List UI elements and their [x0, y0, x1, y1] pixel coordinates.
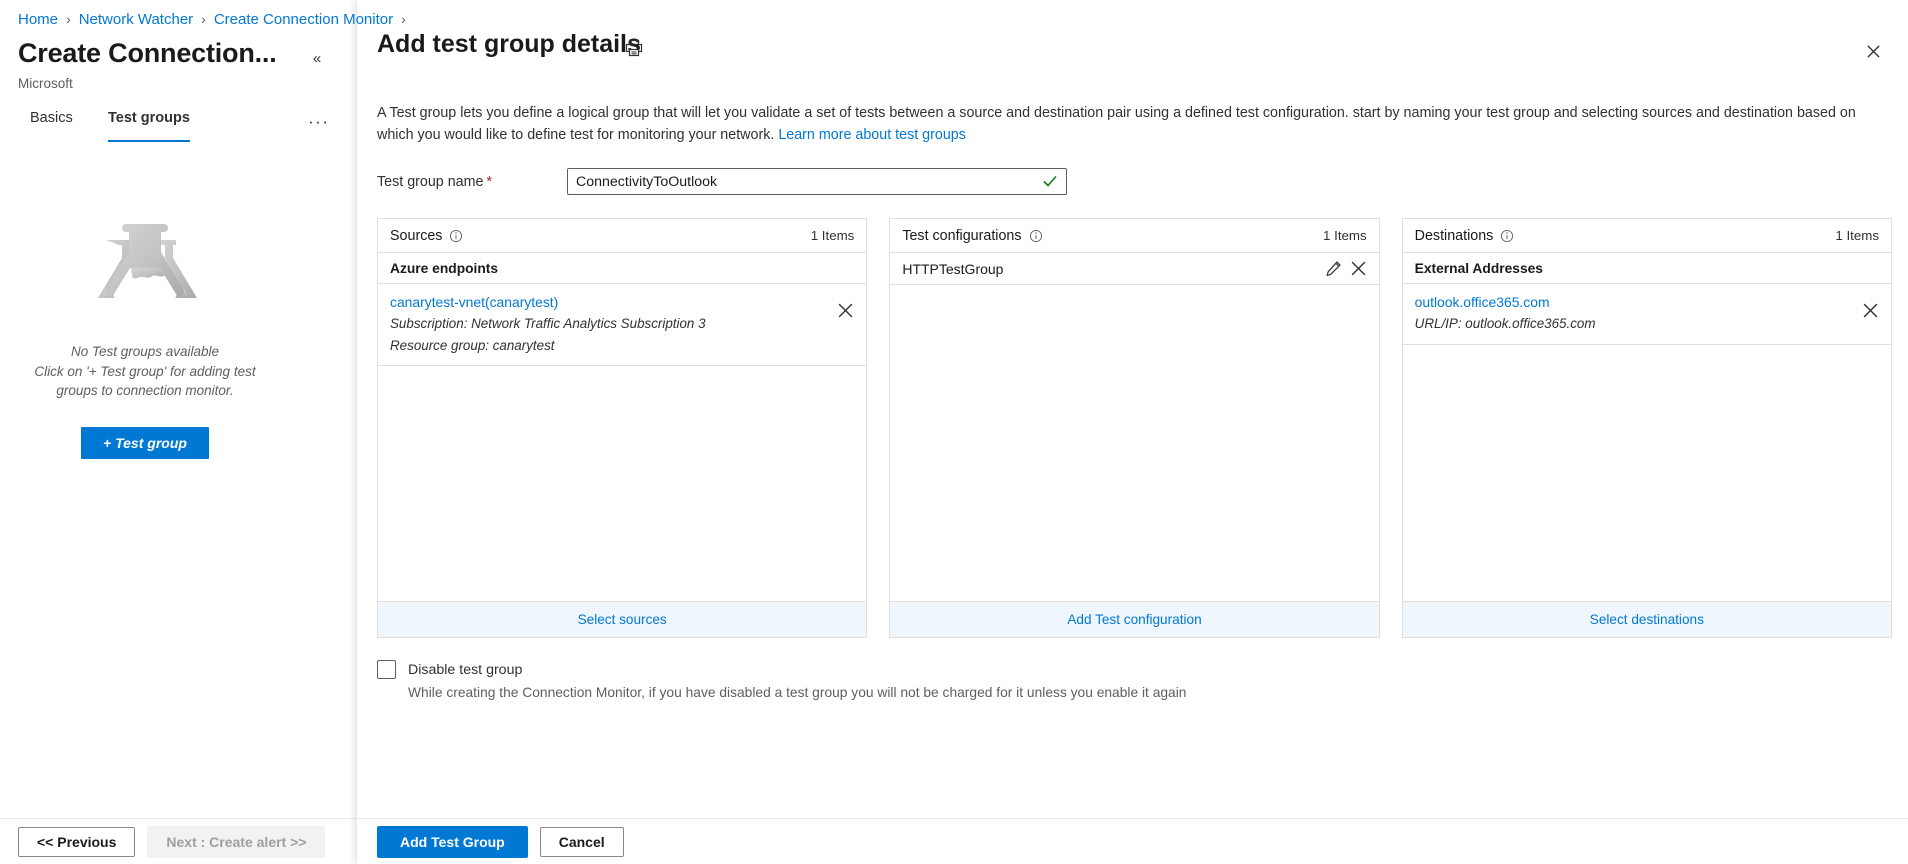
- print-icon[interactable]: [624, 38, 646, 60]
- remove-test-configuration-icon[interactable]: [1350, 260, 1367, 277]
- source-resource-group-label: Resource group: canarytest: [390, 336, 706, 355]
- learn-more-link[interactable]: Learn more about test groups: [778, 127, 966, 143]
- tab-basics[interactable]: Basics: [30, 110, 73, 142]
- disable-test-group-help: While creating the Connection Monitor, i…: [408, 685, 1186, 700]
- panel-sources-count: 1 Items: [811, 228, 855, 243]
- remove-destination-icon[interactable]: [1862, 302, 1879, 319]
- list-item[interactable]: canarytest-vnet(canarytest) Subscription…: [378, 284, 866, 366]
- add-test-configuration-button[interactable]: Add Test configuration: [890, 601, 1378, 637]
- panel-test-configurations-title: Test configurations: [902, 228, 1021, 244]
- info-icon[interactable]: [1500, 229, 1514, 243]
- source-endpoint-link[interactable]: canarytest-vnet(canarytest): [390, 292, 706, 312]
- cancel-button[interactable]: Cancel: [540, 827, 624, 857]
- disable-test-group-checkbox[interactable]: [377, 660, 396, 679]
- panel-test-configurations-count: 1 Items: [1323, 228, 1367, 243]
- panel-destinations: Destinations 1 Items External Addresses: [1402, 218, 1892, 638]
- remove-source-icon[interactable]: [837, 302, 854, 319]
- test-configuration-row-actions: [1325, 260, 1367, 277]
- info-icon[interactable]: [449, 229, 463, 243]
- panel-test-configurations-header: Test configurations 1 Items: [890, 219, 1378, 253]
- previous-button[interactable]: << Previous: [18, 827, 135, 857]
- collapse-pane-icon[interactable]: «: [305, 46, 329, 70]
- empty-state-line1: No Test groups available: [20, 342, 270, 362]
- valid-check-icon: [1042, 173, 1058, 189]
- panel-destinations-section-header: External Addresses: [1403, 253, 1891, 284]
- panel-destinations-title: Destinations: [1415, 228, 1494, 244]
- portal-page: Home › Network Watcher › Create Connecti…: [0, 0, 1908, 864]
- panel-sources-header: Sources 1 Items: [378, 219, 866, 253]
- blade-description: A Test group lets you define a logical g…: [377, 102, 1892, 146]
- source-row-actions: [837, 292, 854, 319]
- panel-destinations-body: outlook.office365.com URL/IP: outlook.of…: [1403, 284, 1891, 601]
- wizard-footer: << Previous Next : Create alert >>: [0, 818, 356, 864]
- panel-test-configurations: Test configurations 1 Items HTTPTestGrou…: [889, 218, 1379, 638]
- info-icon[interactable]: [1029, 229, 1043, 243]
- breadcrumb-separator: ›: [201, 11, 206, 27]
- blade-footer: Add Test Group Cancel: [357, 818, 1908, 864]
- left-pane: Create Connection... « Microsoft Basics …: [0, 32, 356, 818]
- edit-icon[interactable]: [1325, 260, 1342, 277]
- test-group-name-input-wrap: [567, 168, 1067, 195]
- test-group-name-label: Test group name*: [377, 174, 567, 190]
- test-configuration-row[interactable]: HTTPTestGroup: [890, 253, 1378, 285]
- empty-state-line3: groups to connection monitor.: [20, 381, 270, 401]
- destination-url-label: URL/IP: outlook.office365.com: [1415, 314, 1596, 333]
- panel-destinations-count: 1 Items: [1835, 228, 1879, 243]
- test-group-name-row: Test group name*: [377, 168, 1067, 195]
- breadcrumb-item-home[interactable]: Home: [18, 11, 58, 28]
- destination-address-link[interactable]: outlook.office365.com: [1415, 292, 1596, 312]
- next-button: Next : Create alert >>: [147, 826, 325, 858]
- empty-state-line2: Click on '+ Test group' for adding test: [20, 362, 270, 382]
- close-blade-icon[interactable]: [1860, 38, 1886, 64]
- test-group-name-label-text: Test group name: [377, 174, 484, 190]
- panel-sources: Sources 1 Items Azure endpoints: [377, 218, 867, 638]
- blade-header: Add test group details: [357, 0, 1908, 92]
- test-group-panels: Sources 1 Items Azure endpoints: [377, 218, 1892, 638]
- disable-test-group-label[interactable]: Disable test group: [408, 662, 522, 678]
- blade-description-text: A Test group lets you define a logical g…: [377, 105, 1856, 143]
- breadcrumb: Home › Network Watcher › Create Connecti…: [18, 6, 414, 32]
- panel-destinations-header: Destinations 1 Items: [1403, 219, 1891, 253]
- add-test-group-blade: Add test group details A Test group lets…: [357, 0, 1908, 864]
- panel-sources-body: canarytest-vnet(canarytest) Subscription…: [378, 284, 866, 601]
- disable-test-group-block: Disable test group While creating the Co…: [377, 660, 1186, 700]
- breadcrumb-item-create-connection-monitor[interactable]: Create Connection Monitor: [214, 11, 393, 28]
- source-subscription-label: Subscription: Network Traffic Analytics …: [390, 314, 706, 333]
- list-item[interactable]: outlook.office365.com URL/IP: outlook.of…: [1403, 284, 1891, 345]
- add-test-group-button[interactable]: Add Test Group: [377, 826, 528, 858]
- breadcrumb-separator: ›: [66, 11, 71, 27]
- select-destinations-button[interactable]: Select destinations: [1403, 601, 1891, 637]
- panel-sources-section-header: Azure endpoints: [378, 253, 866, 284]
- select-sources-button[interactable]: Select sources: [378, 601, 866, 637]
- publisher-label: Microsoft: [18, 76, 73, 91]
- test-group-name-input[interactable]: [567, 168, 1067, 195]
- tab-overflow-icon[interactable]: ···: [308, 112, 329, 132]
- page-title: Create Connection...: [18, 38, 277, 69]
- tab-test-groups[interactable]: Test groups: [108, 110, 190, 142]
- required-marker: *: [487, 174, 493, 190]
- breadcrumb-item-network-watcher[interactable]: Network Watcher: [79, 11, 193, 28]
- empty-state: No Test groups available Click on '+ Tes…: [0, 212, 290, 459]
- empty-state-text: No Test groups available Click on '+ Tes…: [20, 342, 270, 401]
- flask-icon: [86, 212, 204, 304]
- breadcrumb-separator: ›: [401, 11, 406, 27]
- panel-test-configurations-body: [890, 285, 1378, 601]
- blade-title: Add test group details: [377, 30, 641, 59]
- panel-sources-title: Sources: [390, 228, 442, 244]
- tab-list: Basics Test groups ···: [18, 110, 338, 144]
- destination-row-actions: [1862, 292, 1879, 319]
- add-test-group-sidebar-button[interactable]: + Test group: [81, 427, 209, 459]
- test-configuration-name: HTTPTestGroup: [902, 261, 1003, 277]
